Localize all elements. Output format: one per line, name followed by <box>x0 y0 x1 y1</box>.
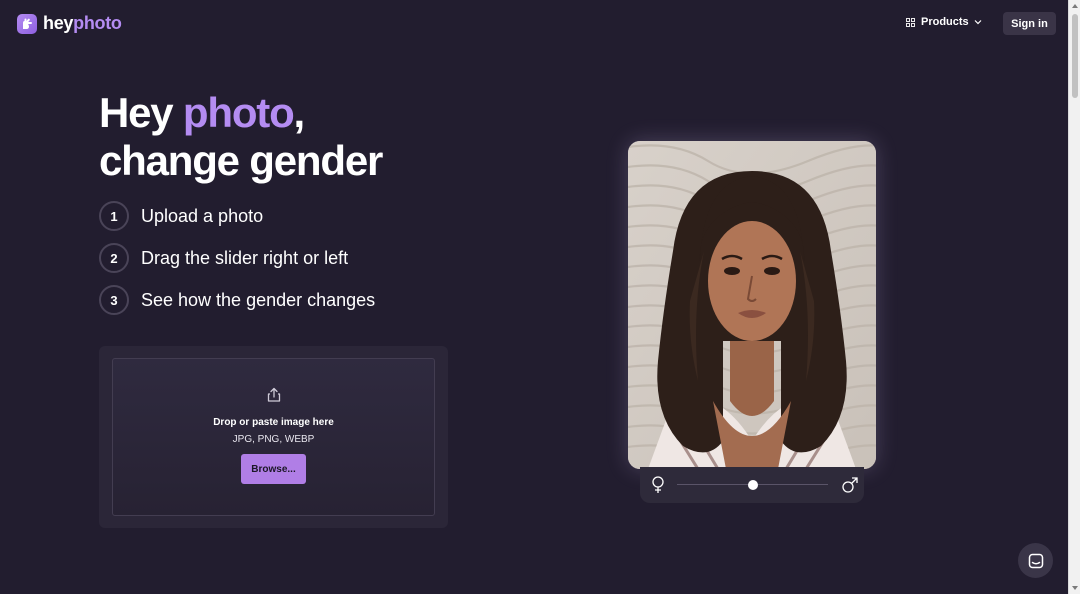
dropzone-title: Drop or paste image here <box>213 417 334 428</box>
step-item: 1 Upload a photo <box>99 201 375 231</box>
scroll-up-arrow-icon[interactable] <box>1072 4 1078 8</box>
logo-text: heyphoto <box>43 13 122 34</box>
hero-title-line2: change gender <box>99 137 383 184</box>
products-menu-button[interactable]: Products <box>906 16 982 28</box>
browse-button[interactable]: Browse... <box>241 454 306 484</box>
sign-in-button[interactable]: Sign in <box>1003 12 1056 35</box>
hero-title: Hey photo, change gender <box>99 89 383 185</box>
logo[interactable]: heyphoto <box>17 13 122 34</box>
step-text: Drag the slider right or left <box>141 247 349 268</box>
portrait-image <box>628 141 876 469</box>
steps-list: 1 Upload a photo 2 Drag the slider right… <box>99 201 375 327</box>
products-label: Products <box>921 16 969 28</box>
page-scrollbar[interactable] <box>1068 0 1080 594</box>
image-dropzone[interactable]: Drop or paste image here JPG, PNG, WEBP … <box>112 358 435 516</box>
hero-title-part2: , <box>293 89 306 136</box>
hero-title-part1: Hey <box>99 89 183 136</box>
step-number: 3 <box>99 285 129 315</box>
gender-slider[interactable] <box>640 467 864 503</box>
upload-card: Drop or paste image here JPG, PNG, WEBP … <box>99 346 448 528</box>
step-number: 2 <box>99 243 129 273</box>
example-photo <box>628 141 876 469</box>
scroll-down-arrow-icon[interactable] <box>1072 586 1078 590</box>
upload-icon <box>267 387 280 402</box>
male-symbol-icon <box>842 477 858 493</box>
grid-icon <box>906 17 915 27</box>
scrollbar-thumb[interactable] <box>1072 14 1078 98</box>
step-item: 3 See how the gender changes <box>99 285 375 315</box>
step-text: Upload a photo <box>141 205 264 226</box>
step-text: See how the gender changes <box>141 289 376 310</box>
chat-button[interactable] <box>1018 543 1053 578</box>
dropzone-formats: JPG, PNG, WEBP <box>232 434 315 445</box>
slider-thumb[interactable] <box>747 480 758 490</box>
top-navigation: heyphoto Products Sign in <box>0 0 1068 46</box>
hero-title-accent: photo <box>182 89 295 136</box>
step-item: 2 Drag the slider right or left <box>99 243 375 273</box>
brand-name-part1: hey <box>43 13 74 33</box>
logo-icon <box>17 13 37 34</box>
brand-name-part2: photo <box>73 13 122 33</box>
step-number: 1 <box>99 201 129 231</box>
chevron-down-icon <box>974 20 982 25</box>
female-symbol-icon <box>652 476 664 493</box>
chat-icon <box>1028 553 1043 568</box>
